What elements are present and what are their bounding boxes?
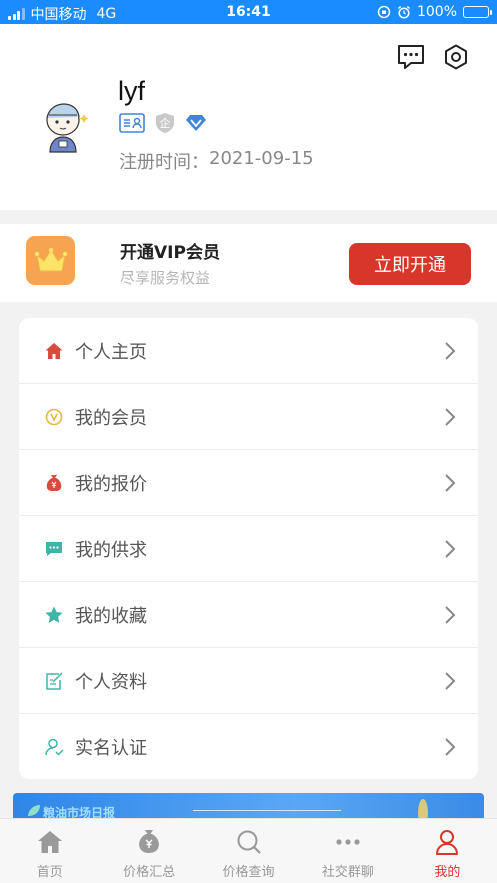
menu-item-label: 我的会员	[75, 407, 147, 429]
member-icon	[44, 407, 64, 427]
tab-social-chat[interactable]: 社交群聊	[298, 819, 397, 883]
menu-item-label: 个人主页	[75, 341, 147, 363]
menu-item-label: 我的报价	[75, 473, 147, 495]
chat-icon	[44, 539, 64, 559]
tab-mine[interactable]: 我的	[398, 819, 497, 883]
chevron-right-icon	[445, 342, 456, 360]
username: lyf	[118, 76, 145, 106]
register-date: 2021-09-15	[209, 148, 314, 169]
user-icon	[435, 828, 459, 856]
menu-item-homepage[interactable]: 个人主页	[19, 318, 478, 384]
menu-item-label: 实名认证	[75, 738, 147, 759]
register-label: 注册时间：	[119, 152, 209, 173]
status-right: 100%	[377, 4, 492, 20]
tab-price-search[interactable]: 价格查询	[199, 819, 298, 883]
home-icon	[37, 828, 63, 856]
chevron-right-icon	[445, 606, 456, 624]
menu-item-membership[interactable]: 我的会员	[19, 384, 478, 450]
vip-card: 开通VIP会员 尽享服务权益 立即开通	[0, 224, 497, 302]
tab-label: 社交群聊	[321, 865, 374, 880]
menu-list: 个人主页 我的会员 我的报价 我的供求 我的收藏 个人资料 实名认证	[19, 318, 478, 779]
menu-item-label: 我的供求	[75, 539, 147, 561]
menu-item-profile[interactable]: 个人资料	[19, 648, 478, 714]
chevron-right-icon	[445, 738, 456, 756]
crown-icon	[26, 236, 75, 285]
chevron-right-icon	[445, 540, 456, 558]
search-icon	[236, 828, 262, 856]
settings-button[interactable]	[440, 41, 472, 73]
tab-price-summary[interactable]: 价格汇总	[99, 819, 198, 883]
menu-item-favorites[interactable]: 我的收藏	[19, 582, 478, 648]
user-verify-icon	[44, 737, 64, 757]
vip-title: 开通VIP会员	[120, 243, 220, 263]
enterprise-badge-text: 企	[159, 117, 171, 130]
tab-label: 我的	[434, 865, 461, 880]
banner-divider	[193, 810, 341, 811]
battery-label: 100%	[416, 4, 457, 20]
register-time: 注册时间： 2021-09-15	[119, 148, 314, 174]
chevron-right-icon	[445, 408, 456, 426]
menu-item-supply[interactable]: 我的供求	[19, 516, 478, 582]
vip-diamond-icon	[186, 115, 206, 131]
vip-subtitle: 尽享服务权益	[120, 269, 211, 287]
chevron-right-icon	[445, 672, 456, 690]
alarm-icon	[397, 5, 410, 19]
message-icon	[398, 45, 424, 69]
star-icon	[44, 605, 64, 625]
tab-label: 价格查询	[222, 865, 275, 880]
rotation-lock-icon	[377, 5, 391, 19]
menu-item-quotes[interactable]: 我的报价	[19, 450, 478, 516]
tab-label: 首页	[36, 865, 63, 880]
profile-header: lyf 企 注册时间： 2021-09-15	[0, 24, 497, 210]
menu-item-verification[interactable]: 实名认证	[19, 714, 478, 779]
id-card-badge-icon	[119, 113, 145, 133]
chevron-right-icon	[445, 474, 456, 492]
gear-icon	[445, 44, 467, 70]
battery-icon	[463, 6, 492, 18]
tab-home[interactable]: 首页	[0, 819, 99, 883]
enterprise-badge: 企	[154, 112, 176, 134]
edit-icon	[44, 671, 64, 691]
tab-label: 价格汇总	[123, 865, 176, 880]
avatar[interactable]	[36, 94, 96, 154]
menu-item-label: 个人资料	[75, 671, 147, 693]
vip-open-button[interactable]: 立即开通	[349, 243, 471, 285]
more-dots-icon	[335, 828, 361, 856]
menu-item-label: 我的收藏	[75, 605, 147, 627]
home-icon	[44, 341, 64, 361]
message-button[interactable]	[395, 41, 427, 73]
money-bag-icon	[137, 828, 161, 856]
status-bar: 中国移动 4G 16:41 100%	[0, 0, 497, 24]
bottom-tab-bar: 首页 价格汇总 价格查询 社交群聊 我的	[0, 818, 497, 883]
leaf-icon	[28, 805, 40, 816]
money-bag-icon	[44, 473, 64, 493]
badge-row: 企	[119, 112, 207, 134]
